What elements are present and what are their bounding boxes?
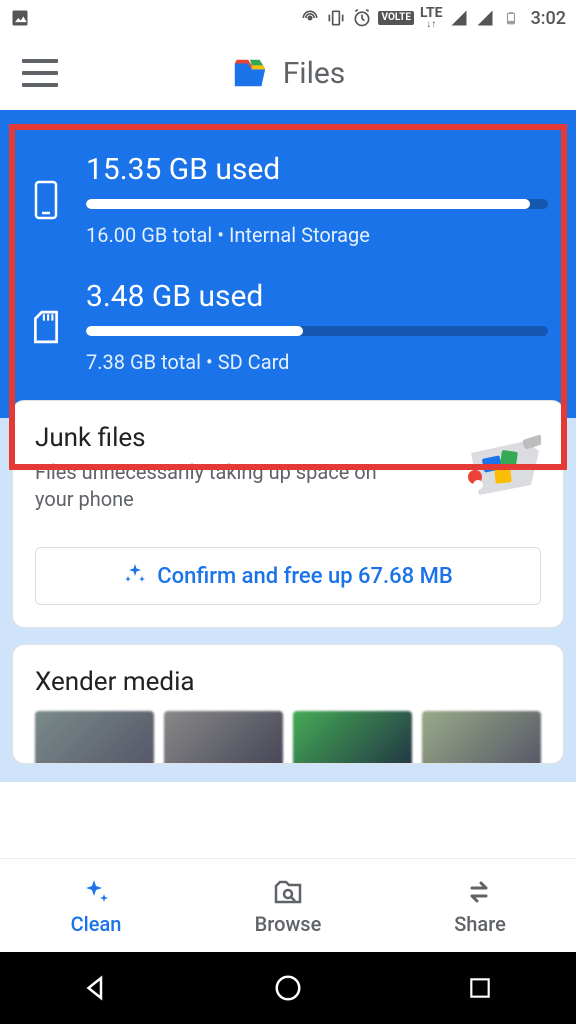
confirm-free-button[interactable]: Confirm and free up 67.68 MB	[35, 547, 541, 605]
hotspot-icon	[300, 8, 320, 28]
menu-button[interactable]	[22, 59, 58, 87]
sdcard-used-label: 3.48 GB used	[86, 279, 548, 314]
internal-sub-label: 16.00 GB total • Internal Storage	[86, 223, 548, 247]
vibrate-icon	[326, 8, 346, 28]
dustpan-icon	[451, 423, 541, 503]
media-thumb[interactable]	[422, 711, 541, 764]
media-thumb[interactable]	[293, 711, 412, 764]
internal-progress	[86, 199, 548, 209]
sparkle-icon	[123, 562, 147, 590]
sparkle-icon	[80, 876, 112, 908]
files-logo-icon	[231, 54, 269, 92]
nav-clean-label: Clean	[71, 912, 122, 936]
storage-row-internal[interactable]: 15.35 GB used 16.00 GB total • Internal …	[28, 152, 548, 247]
junk-subtitle: Files unnecessarily taking up space on y…	[35, 459, 415, 513]
battery-icon	[501, 8, 521, 28]
share-arrows-icon	[464, 876, 496, 908]
nav-browse-label: Browse	[255, 912, 322, 936]
app-bar: Files	[0, 36, 576, 110]
back-button[interactable]	[76, 968, 116, 1008]
internal-used-label: 15.35 GB used	[86, 152, 548, 187]
app-title: Files	[283, 56, 346, 91]
phone-icon	[28, 180, 64, 220]
picture-icon	[10, 8, 30, 28]
folder-search-icon	[272, 876, 304, 908]
signal-icon	[475, 8, 495, 28]
xender-media-card[interactable]: Xender media	[12, 644, 564, 764]
xender-thumbnails	[35, 711, 541, 764]
nav-browse[interactable]: Browse	[192, 859, 384, 952]
media-thumb[interactable]	[164, 711, 283, 764]
signal-icon	[449, 8, 469, 28]
storage-row-sdcard[interactable]: 3.48 GB used 7.38 GB total • SD Card	[28, 279, 548, 374]
sdcard-sub-label: 7.38 GB total • SD Card	[86, 350, 548, 374]
junk-title: Junk files	[35, 423, 415, 453]
sdcard-progress	[86, 326, 548, 336]
xender-title: Xender media	[35, 667, 541, 697]
nav-share[interactable]: Share	[384, 859, 576, 952]
confirm-label: Confirm and free up 67.68 MB	[157, 564, 453, 589]
nav-clean[interactable]: Clean	[0, 859, 192, 952]
junk-files-card: Junk files Files unnecessarily taking up…	[12, 400, 564, 628]
volte-icon: VOLTE	[378, 11, 414, 25]
bottom-nav: Clean Browse Share	[0, 858, 576, 952]
android-nav-bar	[0, 952, 576, 1024]
status-bar: VOLTE LTE↓↑ 3:02	[0, 0, 576, 36]
recent-button[interactable]	[460, 968, 500, 1008]
status-time: 3:02	[531, 8, 566, 29]
home-button[interactable]	[268, 968, 308, 1008]
sdcard-icon	[28, 310, 64, 344]
alarm-icon	[352, 8, 372, 28]
storage-section: 15.35 GB used 16.00 GB total • Internal …	[0, 110, 576, 418]
nav-share-label: Share	[454, 912, 506, 936]
lte-icon: LTE↓↑	[420, 7, 443, 29]
media-thumb[interactable]	[35, 711, 154, 764]
